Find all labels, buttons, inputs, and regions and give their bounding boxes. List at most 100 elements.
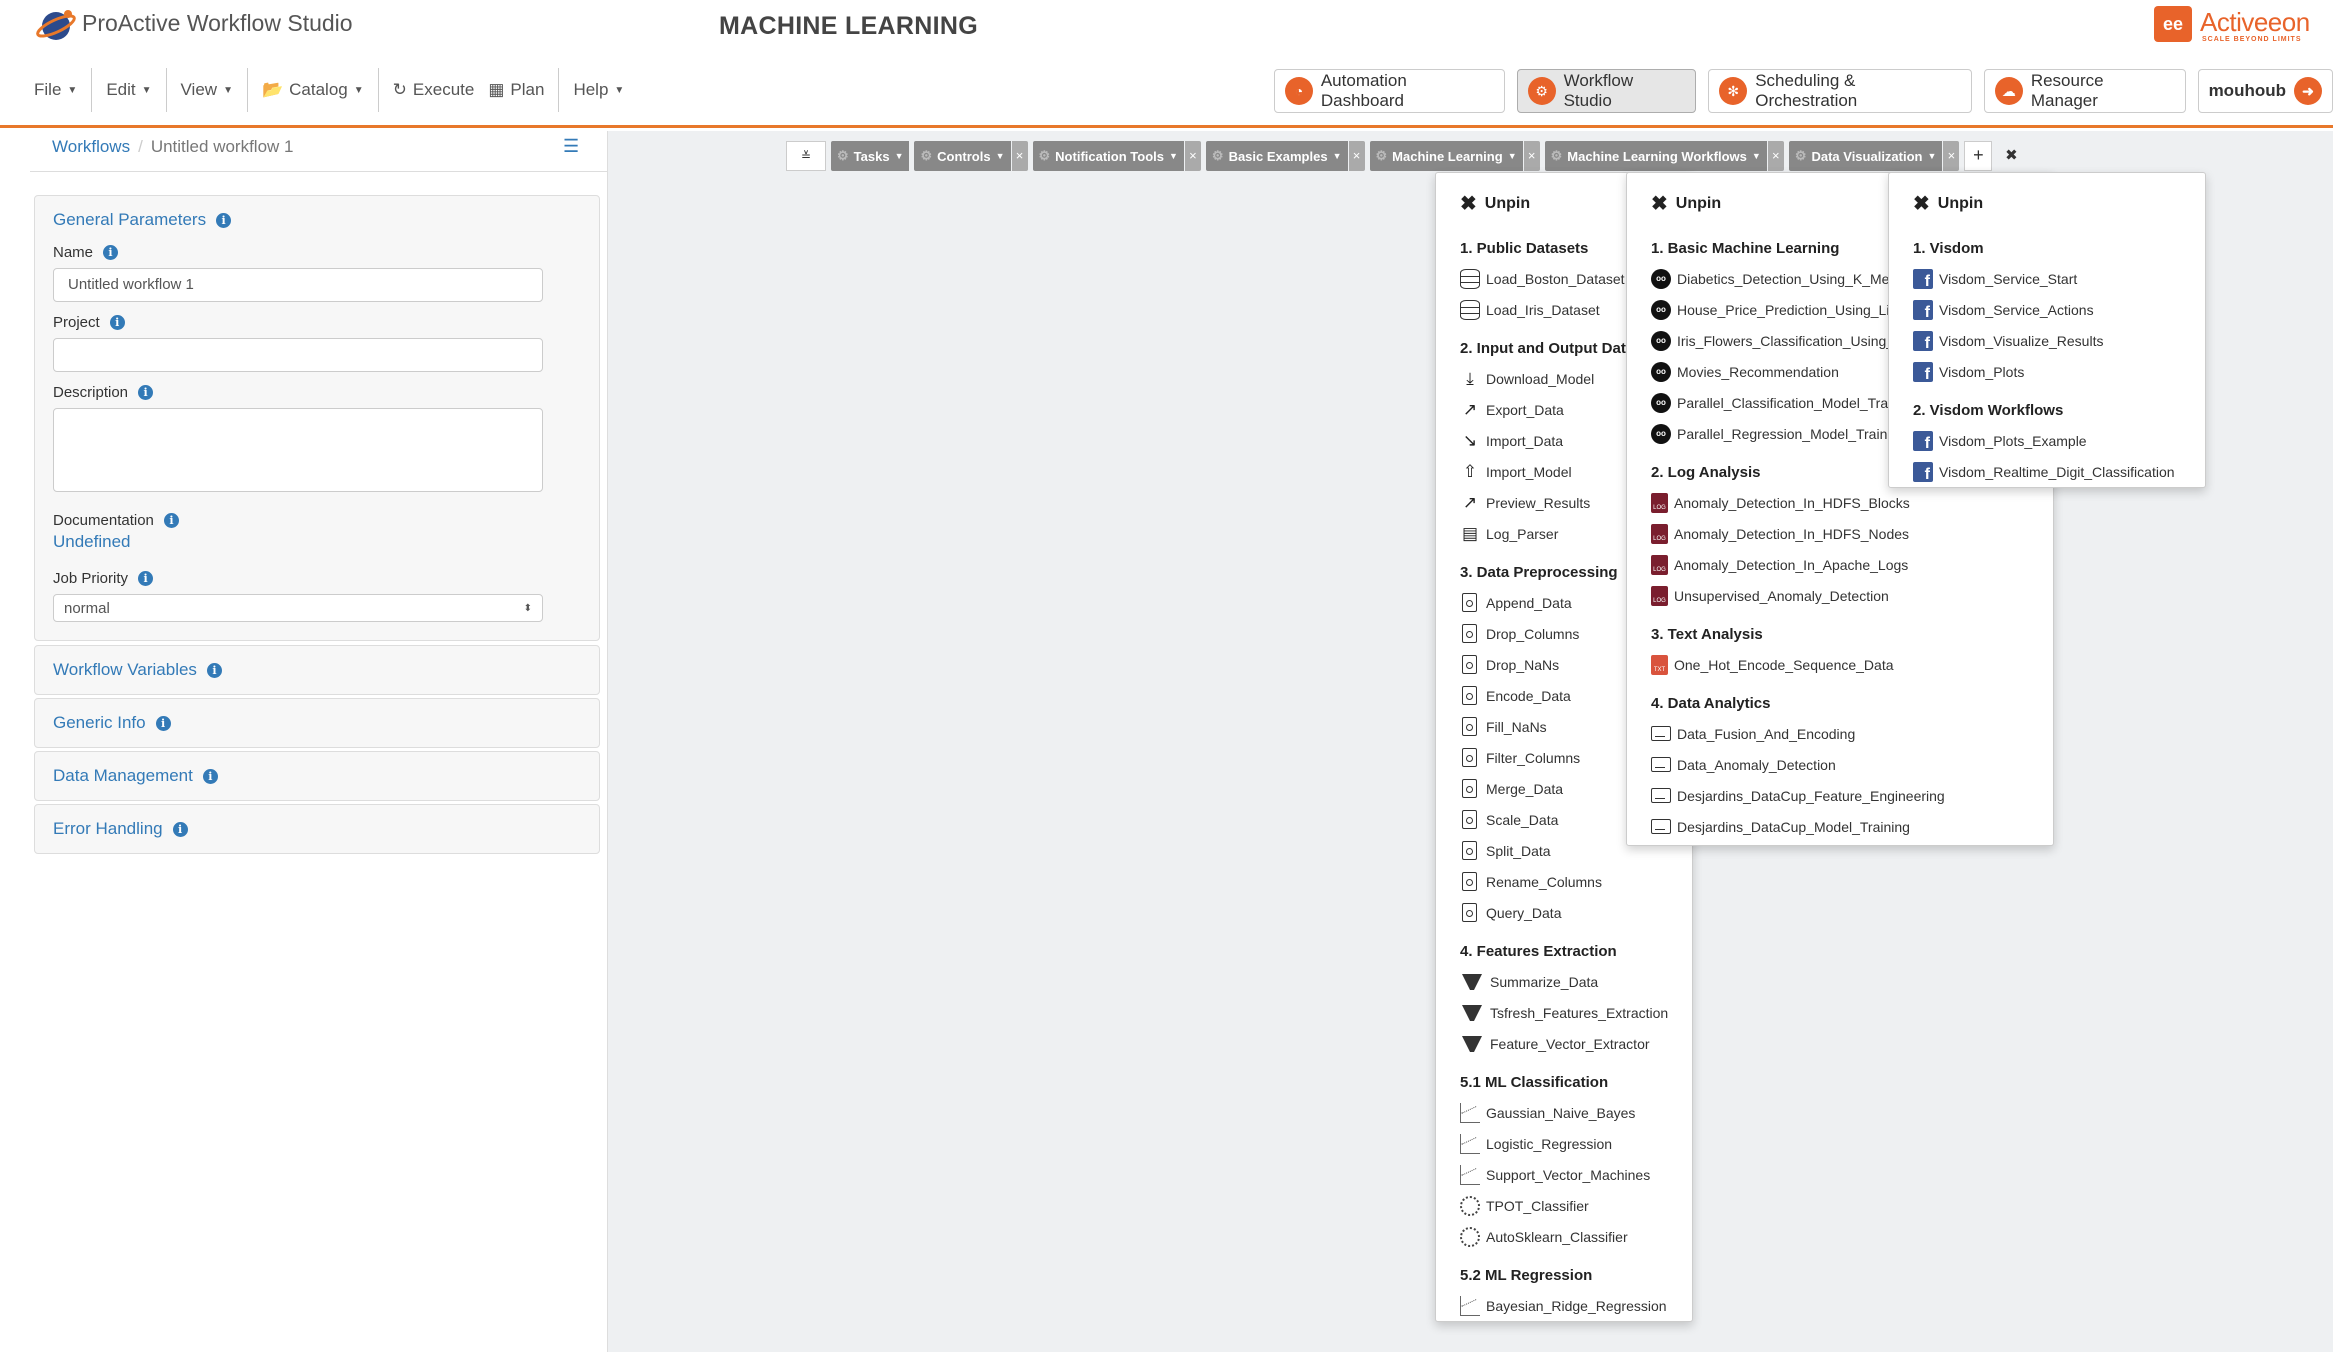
scheduling-orchestration-button[interactable]: ✻ Scheduling & Orchestration	[1708, 69, 1972, 113]
palette-ml-workflows-button[interactable]: ⚙ Machine Learning Workflows ▼	[1544, 141, 1767, 171]
palette-task-item[interactable]: f Visdom_Service_Start	[1913, 263, 2205, 294]
palette-notification-button[interactable]: ⚙ Notification Tools ▼	[1032, 141, 1184, 171]
palette-task-item[interactable]: Data_Anomaly_Detection	[1651, 749, 2053, 780]
generic-info-header[interactable]: Generic Info i	[53, 713, 171, 733]
error-handling-header[interactable]: Error Handling i	[53, 819, 188, 839]
palette-task-label: Movies_Recommendation	[1677, 363, 1839, 380]
palette-tab-controls[interactable]: ⚙ Controls ▼ ×	[914, 141, 1028, 171]
palette-task-item[interactable]: f Visdom_Realtime_Digit_Classification	[1913, 456, 2205, 487]
palette-data-visualization-button[interactable]: ⚙ Data Visualization ▼	[1788, 141, 1943, 171]
palette-tab-notification-tools[interactable]: ⚙ Notification Tools ▼ ×	[1032, 141, 1201, 171]
group-heading: 1. Visdom	[1913, 240, 1984, 257]
info-icon[interactable]: i	[172, 821, 188, 837]
palette-task-item[interactable]: Desjardins_DataCup_Feature_Engineering	[1651, 780, 2053, 811]
palette-task-item[interactable]: f Visdom_Plots	[1913, 356, 2205, 387]
close-icon[interactable]: ×	[1767, 141, 1784, 171]
palette-task-item[interactable]: LOG Anomaly_Detection_In_Apache_Logs	[1651, 549, 2053, 580]
palette-task-item[interactable]: f Visdom_Service_Actions	[1913, 294, 2205, 325]
error-handling-panel[interactable]: Error Handling i	[34, 804, 600, 854]
workflow-studio-button[interactable]: ⚙ Workflow Studio	[1516, 69, 1697, 113]
menu-edit[interactable]: Edit ▼	[92, 67, 165, 113]
palette-task-item[interactable]: Tsfresh_Features_Extraction	[1460, 997, 1692, 1028]
menu-catalog[interactable]: 📂 Catalog ▼	[248, 67, 378, 113]
palette-task-item[interactable]: TPOT_Classifier	[1460, 1190, 1692, 1221]
name-input[interactable]: Untitled workflow 1	[53, 268, 543, 302]
caret-down-icon: ▼	[1927, 151, 1937, 161]
unpin-button[interactable]: ✖ Unpin	[1651, 191, 1721, 216]
automation-dashboard-button[interactable]: ◔ Automation Dashboard	[1274, 69, 1505, 113]
palette-tab-ml-workflows[interactable]: ⚙ Machine Learning Workflows ▼ ×	[1544, 141, 1784, 171]
list-view-icon[interactable]: ☰	[563, 136, 579, 157]
palette-task-item[interactable]: Feature_Vector_Extractor	[1460, 1028, 1692, 1059]
close-icon[interactable]: ×	[1348, 141, 1365, 171]
palette-basic-examples-button[interactable]: ⚙ Basic Examples ▼	[1205, 141, 1348, 171]
io-icon: ↘	[1462, 430, 1478, 450]
palette-task-item[interactable]: Support_Vector_Machines	[1460, 1159, 1692, 1190]
user-button[interactable]: mouhoub ➜	[2197, 69, 2333, 113]
description-textarea[interactable]	[53, 408, 543, 492]
palette-task-item[interactable]: Desjardins_DataCup_Model_Training	[1651, 811, 2053, 842]
workflow-variables-panel[interactable]: Workflow Variables i	[34, 645, 600, 695]
palette-task-item[interactable]: Data_Fusion_And_Encoding	[1651, 718, 2053, 749]
palette-task-item[interactable]: Summarize_Data	[1460, 966, 1692, 997]
close-icon[interactable]: ×	[1184, 141, 1201, 171]
unpin-button[interactable]: ✖ Unpin	[1460, 191, 1530, 216]
palette-task-item[interactable]: Query_Data	[1460, 897, 1692, 928]
info-icon[interactable]: i	[163, 513, 179, 528]
documentation-link[interactable]: Undefined	[53, 532, 131, 552]
palette-task-item[interactable]: Bayesian_Ridge_Regression	[1460, 1290, 1692, 1321]
info-icon[interactable]: i	[103, 245, 119, 260]
project-input[interactable]	[53, 338, 543, 372]
palette-task-item[interactable]: LOG Anomaly_Detection_In_HDFS_Nodes	[1651, 518, 2053, 549]
palette-tab-machine-learning[interactable]: ⚙ Machine Learning ▼ ×	[1369, 141, 1540, 171]
name-label-text: Name	[53, 244, 94, 261]
close-icon[interactable]: ×	[1011, 141, 1028, 171]
header: ProActive Workflow Studio MACHINE LEARNI…	[0, 0, 2333, 128]
info-icon[interactable]: i	[138, 571, 154, 586]
info-icon[interactable]: i	[155, 715, 171, 731]
info-icon[interactable]: i	[202, 768, 218, 784]
palette-machine-learning-button[interactable]: ⚙ Machine Learning ▼	[1369, 141, 1523, 171]
palette-task-item[interactable]: Logistic_Regression	[1460, 1128, 1692, 1159]
palette-task-item[interactable]: LOG Unsupervised_Anomaly_Detection	[1651, 580, 2053, 611]
file-icon	[1462, 655, 1477, 674]
unpin-button[interactable]: ✖ Unpin	[1913, 191, 1983, 216]
palette-collapse-button[interactable]: ≚	[786, 141, 826, 171]
add-palette-button[interactable]: +	[1964, 141, 1993, 171]
info-icon[interactable]: i	[138, 385, 154, 400]
visdom-icon: f	[1913, 268, 1933, 289]
monitor-icon	[1651, 757, 1671, 772]
info-icon[interactable]: i	[206, 662, 222, 678]
close-icon[interactable]: ×	[1523, 141, 1540, 171]
palette-tab-basic-examples[interactable]: ⚙ Basic Examples ▼ ×	[1205, 141, 1365, 171]
menu-help[interactable]: Help ▼	[559, 67, 638, 113]
execute-button[interactable]: ↻ Execute	[379, 67, 489, 113]
palette-task-item[interactable]: Gaussian_Naive_Bayes	[1460, 1097, 1692, 1128]
palette-task-item[interactable]: TXT One_Hot_Encode_Sequence_Data	[1651, 649, 2053, 680]
palette-task-item[interactable]: Rename_Columns	[1460, 866, 1692, 897]
general-parameters-header[interactable]: General Parameters i	[53, 210, 232, 230]
workflow-variables-header[interactable]: Workflow Variables i	[53, 660, 222, 680]
menu-file[interactable]: File ▼	[20, 67, 91, 113]
job-priority-select[interactable]: normal ⬍	[53, 594, 543, 622]
palette-task-item[interactable]: f Visdom_Visualize_Results	[1913, 325, 2205, 356]
palette-task-item[interactable]: AutoSklearn_Classifier	[1460, 1221, 1692, 1252]
palette-task-item[interactable]: f Visdom_Plots_Example	[1913, 425, 2205, 456]
palette-task-item[interactable]: LOG Anomaly_Detection_In_HDFS_Blocks	[1651, 487, 2053, 518]
data-management-panel[interactable]: Data Management i	[34, 751, 600, 801]
resource-manager-button[interactable]: ☁ Resource Manager	[1983, 69, 2186, 113]
info-icon[interactable]: i	[216, 212, 232, 228]
palette-tab-data-visualization[interactable]: ⚙ Data Visualization ▼ ×	[1788, 141, 1960, 171]
generic-info-panel[interactable]: Generic Info i	[34, 698, 600, 748]
close-icon[interactable]: ×	[1943, 141, 1960, 171]
palette-tasks-button[interactable]: ⚙ Tasks ▼	[831, 141, 910, 171]
menu-view[interactable]: View ▼	[167, 67, 247, 113]
plan-button[interactable]: ▦ Plan	[488, 67, 558, 113]
info-icon[interactable]: i	[109, 315, 125, 330]
palette-tab-tasks[interactable]: ⚙ Tasks ▼	[831, 141, 910, 171]
breadcrumb-workflows-link[interactable]: Workflows	[52, 137, 130, 156]
data-management-header[interactable]: Data Management i	[53, 766, 218, 786]
pin-icon[interactable]: ✖	[1997, 141, 2025, 171]
group-gap	[1913, 387, 2205, 397]
palette-controls-button[interactable]: ⚙ Controls ▼	[914, 141, 1011, 171]
